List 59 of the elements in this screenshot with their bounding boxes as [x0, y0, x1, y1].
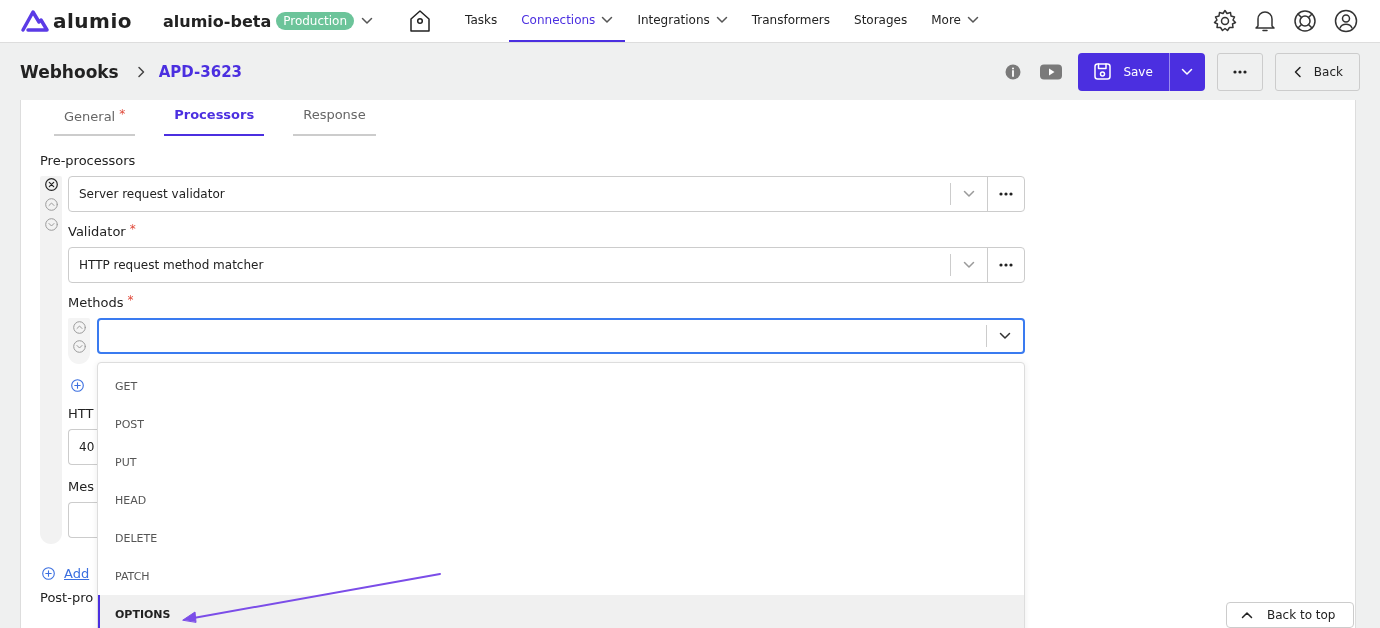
field-label: Mes	[68, 479, 95, 494]
save-button[interactable]: Save	[1078, 52, 1169, 91]
breadcrumb-link[interactable]: Webhooks	[20, 61, 119, 82]
ellipsis-icon	[999, 263, 1013, 267]
chevron-down-circle-icon[interactable]	[44, 218, 58, 231]
chevron-left-icon	[1293, 65, 1302, 78]
dropdown-option[interactable]: POST	[98, 405, 1024, 443]
section-label: Pre-processors	[40, 153, 137, 168]
logo-wordmark: alumio	[53, 9, 133, 33]
plus-circle-icon	[42, 567, 55, 580]
dropdown-option[interactable]: GET	[98, 367, 1024, 405]
info-icon[interactable]	[1005, 63, 1022, 80]
plus-circle-icon	[71, 379, 84, 392]
add-link[interactable]: Add	[64, 566, 90, 581]
remove-circle-icon[interactable]	[44, 178, 58, 191]
environment-badge: Production	[276, 12, 355, 30]
chevron-up-icon	[1241, 611, 1253, 619]
chevron-right-icon	[136, 65, 145, 78]
settings-icon[interactable]	[1213, 9, 1237, 33]
workspace-name: alumio-beta	[163, 11, 272, 31]
chevron-down-circle-icon[interactable]	[72, 340, 86, 353]
validator-select[interactable]: HTTP request method matcher	[68, 247, 1025, 283]
nav-tab[interactable]: Transformers	[739, 0, 842, 42]
logo-icon	[20, 9, 50, 33]
home-icon[interactable]	[409, 9, 432, 33]
chevron-down-icon	[1181, 67, 1194, 76]
processor-select[interactable]: Server request validator	[68, 176, 1025, 212]
ellipsis-icon	[999, 192, 1013, 196]
input-field[interactable]: 40	[68, 429, 97, 465]
tab[interactable]: Response	[293, 100, 376, 136]
tab[interactable]: Processors	[164, 100, 265, 136]
video-play-icon[interactable]	[1040, 63, 1063, 80]
input-field[interactable]	[68, 502, 97, 538]
dropdown-option[interactable]: PATCH	[98, 557, 1024, 595]
user-avatar-icon[interactable]	[1334, 9, 1358, 33]
dropdown-option[interactable]: OPTIONS	[98, 595, 1024, 628]
save-options-button[interactable]	[1168, 52, 1205, 91]
dropdown-option[interactable]: DELETE	[98, 519, 1024, 557]
chevron-up-circle-icon[interactable]	[72, 321, 86, 334]
help-lifebuoy-icon[interactable]	[1293, 9, 1317, 33]
chevron-down-icon[interactable]	[361, 17, 374, 25]
chevron-up-circle-icon[interactable]	[44, 198, 58, 211]
back-button[interactable]: Back	[1274, 52, 1360, 91]
ellipsis-icon	[1232, 69, 1247, 74]
chevron-down-icon	[963, 190, 975, 198]
nav-tab[interactable]: Integrations	[625, 0, 740, 42]
dropdown-option[interactable]: PUT	[98, 443, 1024, 481]
nav-tab[interactable]: Storages	[842, 0, 920, 42]
nav-tab[interactable]: Tasks	[453, 0, 510, 42]
chevron-down-icon	[999, 332, 1011, 340]
methods-select[interactable]	[97, 318, 1025, 354]
nav-tab[interactable]: More	[919, 0, 991, 42]
chevron-down-icon	[963, 261, 975, 269]
breadcrumb-current: APD-3623	[158, 62, 243, 81]
section-label: Post-pro	[40, 590, 95, 605]
dropdown-option[interactable]: HEAD	[98, 481, 1024, 519]
field-label: HTT	[68, 406, 95, 421]
notification-bell-icon[interactable]	[1254, 9, 1276, 33]
back-to-top-button[interactable]: Back to top	[1226, 602, 1354, 628]
